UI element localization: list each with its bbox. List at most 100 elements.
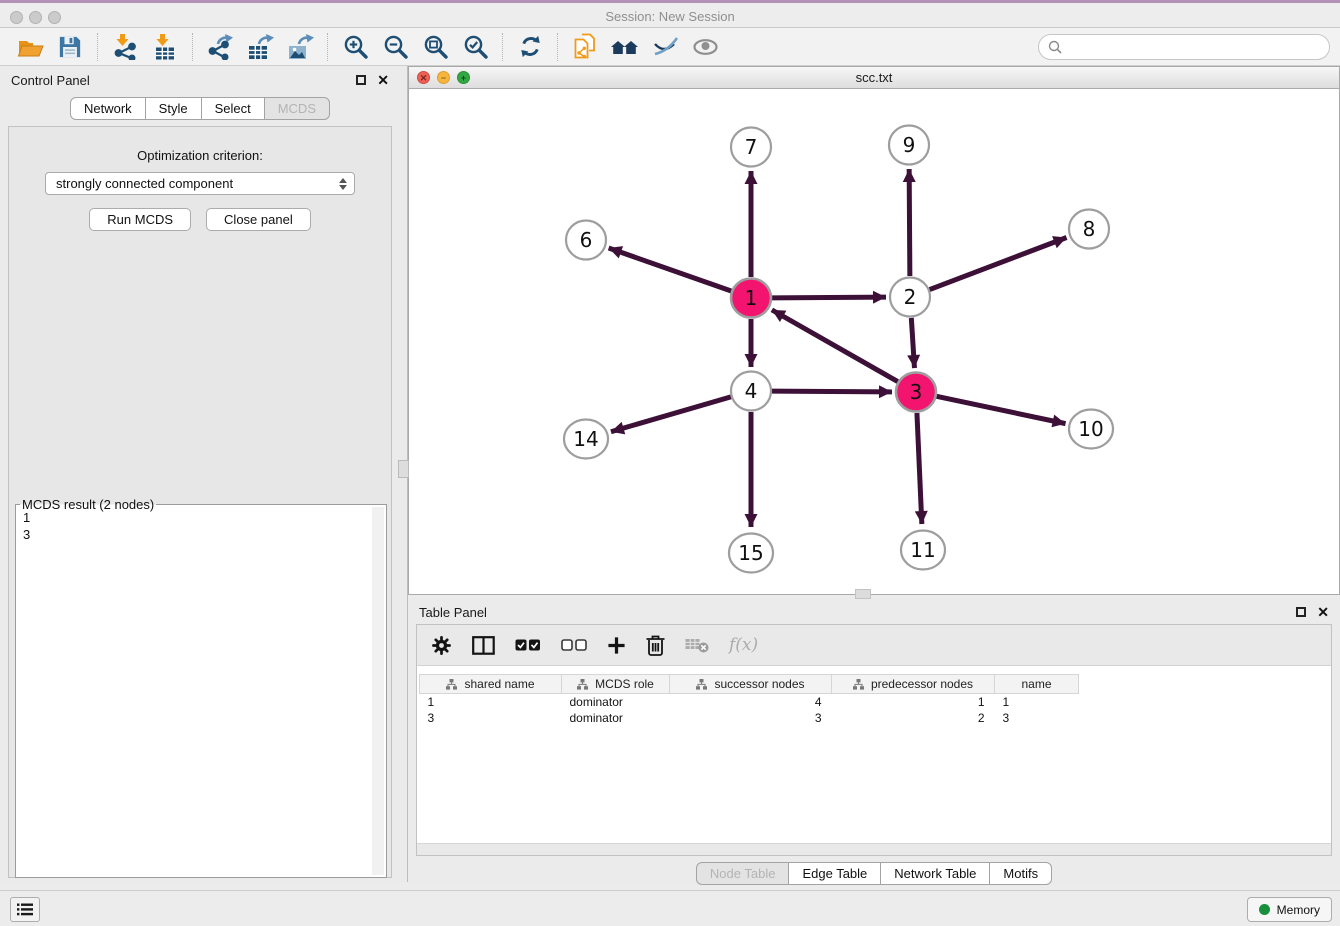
- tab-mcds[interactable]: MCDS: [264, 97, 330, 120]
- save-session-button[interactable]: [50, 31, 90, 63]
- zoom-selected-button[interactable]: [455, 31, 495, 63]
- import-network-button[interactable]: [105, 31, 145, 63]
- svg-text:2: 2: [904, 285, 917, 309]
- svg-text:9: 9: [903, 133, 916, 157]
- select-all-button[interactable]: [515, 639, 541, 651]
- tab-motifs[interactable]: Motifs: [989, 862, 1052, 885]
- node-table: shared name MCDS role successor nodes: [419, 674, 1079, 726]
- export-table-button[interactable]: [240, 31, 280, 63]
- column-header-shared-name[interactable]: shared name: [420, 675, 562, 694]
- table-row[interactable]: 3dominator323: [420, 710, 1079, 726]
- network-title: scc.txt: [409, 67, 1339, 88]
- graph-node-2[interactable]: 2: [890, 278, 930, 317]
- export-network-icon: [206, 34, 234, 60]
- open-file-button[interactable]: [10, 31, 50, 63]
- graph-node-8[interactable]: 8: [1069, 210, 1109, 249]
- tab-select[interactable]: Select: [201, 97, 265, 120]
- graph-node-14[interactable]: 14: [564, 420, 608, 459]
- column-type-icon: [696, 679, 707, 690]
- deselect-all-icon: [561, 639, 587, 651]
- network-canvas-svg[interactable]: 7 9 6 8 1 2 4 3 14 10 15 11: [409, 89, 1339, 594]
- mcds-result-box: MCDS result (2 nodes) 13: [15, 504, 387, 878]
- show-all-networks-button[interactable]: [605, 31, 645, 63]
- vertical-splitter-grip[interactable]: [398, 460, 409, 478]
- graph-node-6[interactable]: 6: [566, 221, 606, 260]
- graph-node-7[interactable]: 7: [731, 128, 771, 167]
- zoom-out-button[interactable]: [375, 31, 415, 63]
- eye-slash-icon: [652, 35, 679, 58]
- graph-edge-3-1[interactable]: [772, 310, 898, 382]
- svg-text:1: 1: [745, 286, 758, 310]
- table-settings-button[interactable]: [431, 635, 452, 656]
- session-title: Session: New Session: [0, 9, 1340, 24]
- criterion-select[interactable]: strongly connected component: [45, 172, 355, 195]
- add-row-button[interactable]: [607, 636, 626, 655]
- column-header-predecessor-nodes[interactable]: predecessor nodes: [832, 675, 995, 694]
- zoom-in-button[interactable]: [335, 31, 375, 63]
- apply-layout-button[interactable]: [510, 31, 550, 63]
- graph-edge-2-9[interactable]: [909, 169, 910, 276]
- network-view-window: ✕ − + scc.txt 7 9 6 8 1 2 4 3 14 10 15 11: [408, 66, 1340, 595]
- destroy-view-button[interactable]: [645, 31, 685, 63]
- net-maximize-button[interactable]: +: [457, 71, 470, 84]
- search-input[interactable]: [1067, 39, 1320, 54]
- graph-node-11[interactable]: 11: [901, 531, 945, 570]
- mcds-panel-body: Optimization criterion: strongly connect…: [8, 126, 392, 878]
- show-column-button[interactable]: [472, 636, 495, 655]
- main-toolbar: [0, 28, 1340, 66]
- network-canvas[interactable]: 7 9 6 8 1 2 4 3 14 10 15 11: [409, 89, 1339, 594]
- optimization-criterion-label: Optimization criterion:: [9, 148, 391, 163]
- horizontal-splitter-grip[interactable]: [855, 589, 871, 599]
- deselect-all-button[interactable]: [561, 639, 587, 651]
- net-close-button[interactable]: ✕: [417, 71, 430, 84]
- show-view-button[interactable]: [685, 31, 725, 63]
- net-minimize-button[interactable]: −: [437, 71, 450, 84]
- tab-network-table[interactable]: Network Table: [880, 862, 990, 885]
- refresh-icon: [518, 34, 543, 59]
- tab-node-table[interactable]: Node Table: [696, 862, 790, 885]
- column-type-icon: [577, 679, 588, 690]
- graph-edge-2-8[interactable]: [930, 238, 1067, 290]
- graph-node-9[interactable]: 9: [889, 126, 929, 165]
- home-icon: [611, 36, 639, 58]
- tab-style[interactable]: Style: [145, 97, 202, 120]
- graph-node-15[interactable]: 15: [729, 534, 773, 573]
- graph-edge-4-14[interactable]: [611, 397, 731, 432]
- graph-edge-4-3[interactable]: [772, 391, 892, 392]
- graph-edge-2-3[interactable]: [911, 318, 914, 368]
- close-panel-icon[interactable]: ✕: [377, 73, 389, 87]
- float-panel-icon[interactable]: [356, 75, 366, 85]
- zoom-fit-button[interactable]: [415, 31, 455, 63]
- tab-edge-table[interactable]: Edge Table: [788, 862, 881, 885]
- float-table-panel-icon[interactable]: [1296, 607, 1306, 617]
- task-history-button[interactable]: [10, 897, 40, 922]
- delete-rows-button[interactable]: [646, 634, 665, 656]
- network-window-titlebar: ✕ − + scc.txt: [409, 67, 1339, 89]
- graph-edge-3-10[interactable]: [937, 396, 1066, 423]
- toolbar-separator: [97, 33, 98, 61]
- table-row[interactable]: 1dominator411: [420, 694, 1079, 710]
- export-network-button[interactable]: [200, 31, 240, 63]
- graph-node-4[interactable]: 4: [731, 372, 771, 411]
- save-icon: [58, 35, 82, 59]
- column-header-name[interactable]: name: [995, 675, 1079, 694]
- graph-edge-1-2[interactable]: [772, 297, 886, 298]
- clone-network-button[interactable]: [565, 31, 605, 63]
- graph-edge-3-11[interactable]: [917, 413, 922, 524]
- run-mcds-button[interactable]: Run MCDS: [89, 208, 191, 231]
- close-panel-button[interactable]: Close panel: [206, 208, 311, 231]
- result-scrollbar[interactable]: [372, 507, 384, 875]
- memory-button[interactable]: Memory: [1247, 897, 1332, 922]
- graph-node-1[interactable]: 1: [731, 279, 771, 318]
- export-image-button[interactable]: [280, 31, 320, 63]
- column-header-successor-nodes[interactable]: successor nodes: [670, 675, 832, 694]
- search-box[interactable]: [1038, 34, 1330, 60]
- select-stepper-icon: [339, 178, 347, 190]
- tab-network[interactable]: Network: [70, 97, 146, 120]
- graph-node-10[interactable]: 10: [1069, 410, 1113, 449]
- column-header-mcds-role[interactable]: MCDS role: [562, 675, 670, 694]
- graph-edge-1-6[interactable]: [609, 248, 732, 291]
- import-table-button[interactable]: [145, 31, 185, 63]
- close-table-panel-icon[interactable]: ✕: [1317, 605, 1329, 619]
- graph-node-3[interactable]: 3: [896, 373, 936, 412]
